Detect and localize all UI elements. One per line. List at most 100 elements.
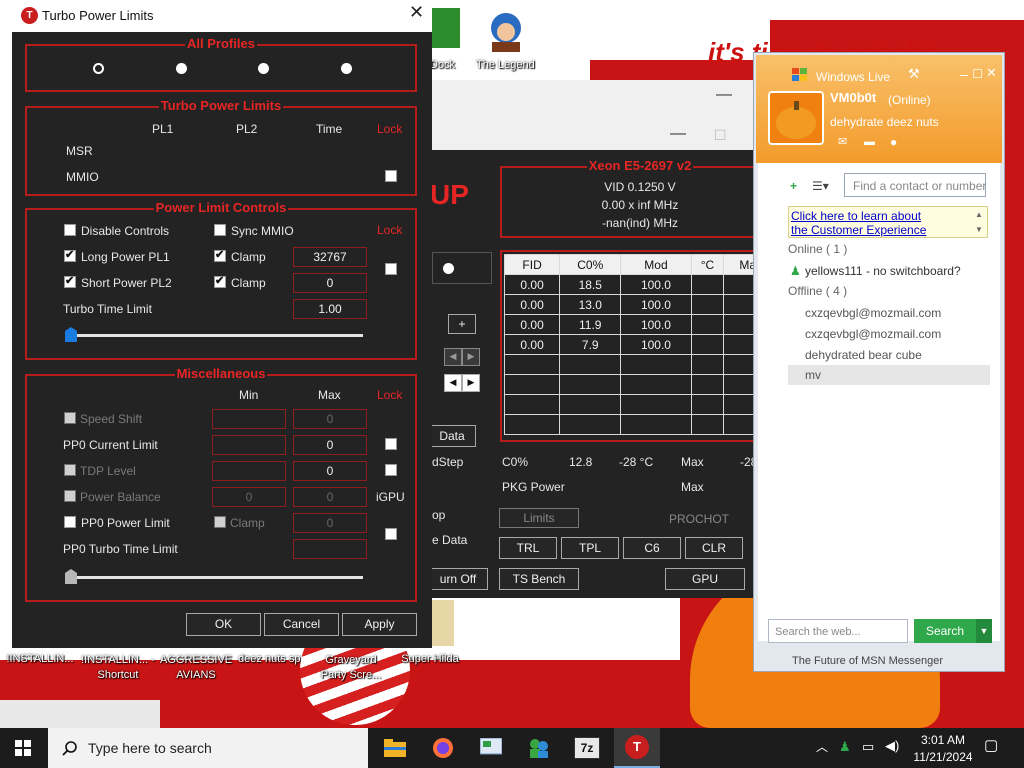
next-icon[interactable]: ▶ [462,374,480,392]
pp0-current-min-input[interactable] [212,435,286,455]
msn-settings-icon[interactable]: ⚒ [908,67,920,81]
desktop-icon-label[interactable]: !INSTALLIN... [4,653,76,665]
minimize-icon[interactable]: — [670,126,686,142]
pp0-current-max-input[interactable]: 0 [293,435,367,455]
gpu-button[interactable]: GPU [665,568,745,590]
short-power-checkbox[interactable] [64,274,76,288]
profile-radio-3[interactable] [258,63,269,74]
short-power-input[interactable]: 0 [293,273,367,293]
desktop-icon-label[interactable]: Graveyard Party Scre... [312,653,390,683]
taskbar-search-box[interactable]: Type here to search [48,728,368,768]
chevron-up-icon[interactable]: ︿ [816,740,828,754]
firefox-icon[interactable] [420,728,466,768]
cancel-button[interactable]: Cancel [264,613,339,636]
stop-label[interactable]: op [432,508,445,522]
limits-button[interactable]: Limits [499,508,579,528]
contact-item[interactable]: dehydrated bear cube [805,348,922,362]
pp0-power-checkbox[interactable] [64,516,76,528]
minimize-icon[interactable]: — [716,87,732,103]
msn-personal-message[interactable]: dehydrate deez nuts [830,115,939,129]
desktop-icon-label[interactable]: AGGRESSIVE AVIANS [160,653,232,683]
contact-item[interactable]: mv [805,368,821,382]
profile-radio-2[interactable] [176,63,187,74]
pp0-power-label[interactable]: PP0 Power Limit [81,516,170,530]
web-search-input[interactable]: Search the web... [768,619,908,643]
long-power-input[interactable]: 32767 [293,247,367,267]
clr-button[interactable]: CLR [685,537,743,559]
scroll-right-icon[interactable]: ▶ [462,348,480,366]
trl-button[interactable]: TRL [499,537,557,559]
selected-contact-row[interactable]: mv [788,365,990,385]
contact-search-input[interactable]: Find a contact or number [844,173,986,197]
profile-radio-1[interactable] [93,63,104,74]
start-button[interactable] [0,728,46,768]
msn-messenger-icon[interactable] [516,728,562,768]
dock-icon[interactable] [432,8,460,48]
pp0-lock-checkbox[interactable] [385,528,397,540]
tdp-level-lock-checkbox[interactable] [385,464,397,476]
power-balance-max-input[interactable]: 0 [293,487,367,507]
ad-link[interactable]: Click here to learn about the Customer E… [791,209,939,237]
speedstep-label[interactable]: dStep [432,455,463,469]
profile-radio-4[interactable] [341,63,352,74]
pp0-turbo-slider-thumb[interactable] [65,569,77,584]
long-clamp-label[interactable]: Clamp [231,250,266,264]
msn-status[interactable]: (Online) [888,93,931,107]
scroll-up-icon[interactable]: ▲ [975,208,983,222]
tdp-level-checkbox[interactable] [64,464,76,476]
speed-shift-max-input[interactable]: 0 [293,409,367,429]
seven-zip-icon[interactable]: 7z [564,728,610,768]
clock-time[interactable]: 3:01 AM [914,733,972,747]
c6-button[interactable]: C6 [623,537,681,559]
pp0-turbo-input[interactable] [293,539,367,559]
volume-icon[interactable]: ◀) [885,739,899,753]
turn-off-button[interactable]: urn Off [428,568,488,590]
short-clamp-checkbox[interactable] [214,274,226,288]
sync-mmio-label[interactable]: Sync MMIO [231,224,294,238]
disable-controls-label[interactable]: Disable Controls [81,224,169,238]
online-group-header[interactable]: Online ( 1 ) [788,242,847,256]
mmio-lock-checkbox[interactable] [385,170,397,182]
long-clamp-checkbox[interactable] [214,248,226,262]
turbo-time-input[interactable]: 1.00 [293,299,367,319]
folder-icon[interactable]: ▬ [864,135,875,149]
pp0-turbo-slider-track[interactable] [71,576,363,579]
ts-bench-button[interactable]: TS Bench [499,568,579,590]
profile-radio[interactable] [443,263,454,274]
scroll-left-icon[interactable]: ◀ [444,348,462,366]
sync-mmio-checkbox[interactable] [214,224,226,236]
disable-controls-checkbox[interactable] [64,224,76,236]
ok-button[interactable]: OK [186,613,261,636]
maximize-icon[interactable]: ☐ [972,67,983,81]
close-icon[interactable]: ✕ [986,66,997,80]
desktop-icon-label[interactable]: deez nuts spy [234,653,310,665]
save-data-label[interactable]: e Data [432,533,467,547]
sort-list-icon[interactable]: ☰▾ [812,179,829,193]
scroll-down-icon[interactable]: ▼ [975,223,983,237]
notification-icon[interactable]: ▢ [984,738,998,753]
short-power-label[interactable]: Short Power PL2 [81,276,172,290]
msn-username[interactable]: VM0b0t [830,91,876,105]
super-hilda-icon[interactable] [432,600,454,646]
close-icon[interactable]: ✕ [409,3,424,21]
maximize-icon[interactable]: ☐ [714,128,727,142]
turbo-time-slider-track[interactable] [71,334,363,337]
contact-item[interactable]: cxzqevbgl@mozmail.com [805,327,941,341]
throttlestop-taskbar-icon[interactable]: T [614,728,660,768]
prev-icon[interactable]: ◀ [444,374,462,392]
turbo-time-slider-thumb[interactable] [65,327,77,342]
power-balance-min-input[interactable]: 0 [212,487,286,507]
control-panel-icon[interactable] [468,728,514,768]
short-clamp-label[interactable]: Clamp [231,276,266,290]
offline-group-header[interactable]: Offline ( 4 ) [788,284,847,298]
web-search-button[interactable]: Search [914,619,976,643]
long-power-checkbox[interactable] [64,248,76,262]
mail-icon[interactable]: ✉ [838,135,847,149]
ad-banner[interactable]: Click here to learn about the Customer E… [788,206,988,238]
contact-item[interactable]: cxzqevbgl@mozmail.com [805,306,941,320]
legend-game-icon[interactable] [484,8,528,54]
plc-lock-checkbox[interactable] [385,263,397,275]
tdp-level-max-input[interactable]: 0 [293,461,367,481]
speed-shift-min-input[interactable] [212,409,286,429]
add-button[interactable]: + [448,314,476,334]
